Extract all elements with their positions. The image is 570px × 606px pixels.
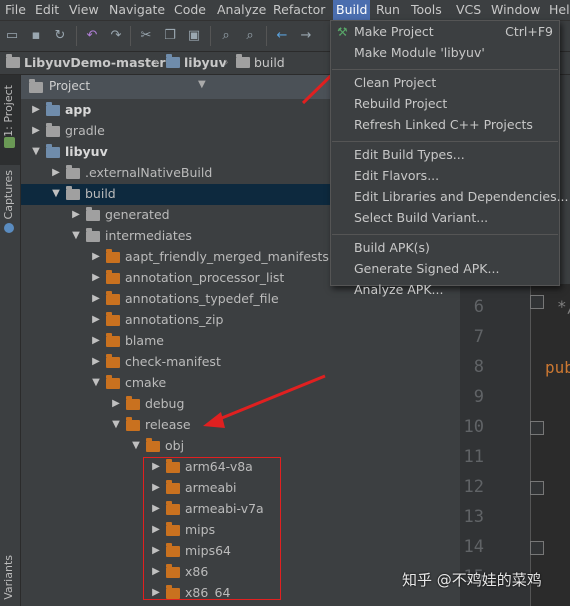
build-menu-item[interactable]: Edit Libraries and Dependencies... [354, 189, 569, 204]
line-number: 7 [473, 327, 484, 347]
build-menu-item[interactable]: Analyze APK... [354, 282, 443, 297]
build-menu-dropdown: ⚒ Make Project Ctrl+F9 Make Module 'libyuv… [330, 20, 569, 297]
build-menu-item[interactable]: Generate Signed APK... [354, 261, 499, 276]
line-number: 12 [463, 477, 484, 497]
fold-marker-icon[interactable] [530, 295, 544, 309]
build-menu-item[interactable]: Make Project [354, 24, 434, 39]
line-number: 6 [473, 297, 484, 317]
code-fragment-keyword: pub [545, 358, 570, 377]
menu-separator [332, 141, 558, 142]
build-menu-item[interactable]: Edit Build Types... [354, 147, 465, 162]
watermark-text: 知乎 @不鸡娃的菜鸡 [402, 571, 542, 589]
menu-separator [332, 234, 558, 235]
make-hammer-icon: ⚒ [337, 25, 348, 39]
line-number: 8 [473, 357, 484, 377]
build-menu-item[interactable]: Make Module 'libyuv' [354, 45, 485, 60]
fold-marker-icon[interactable] [530, 541, 544, 555]
build-menu-item[interactable]: Select Build Variant... [354, 210, 488, 225]
fold-marker-icon[interactable] [530, 421, 544, 435]
build-menu-item[interactable]: Clean Project [354, 75, 436, 90]
line-number: 11 [463, 447, 484, 467]
line-number: 10 [463, 417, 484, 437]
fold-marker-icon[interactable] [530, 481, 544, 495]
build-menu-item[interactable]: Edit Flavors... [354, 168, 439, 183]
line-number-gutter: 6 7 8 9 10 11 12 13 14 15 [460, 284, 544, 606]
build-menu-item[interactable]: Rebuild Project [354, 96, 447, 111]
line-number: 9 [473, 387, 484, 407]
menu-separator [332, 69, 558, 70]
build-menu-item[interactable]: Build APK(s) [354, 240, 430, 255]
menu-shortcut: Ctrl+F9 [505, 24, 553, 39]
line-number: 13 [463, 507, 484, 527]
build-menu-item[interactable]: Refresh Linked C++ Projects [354, 117, 533, 132]
annotation-arrow-release [211, 374, 326, 424]
code-editor[interactable]: 6789101112131415 */ pub [460, 284, 570, 606]
code-fragment-comment: */ [557, 297, 570, 316]
line-number: 14 [463, 537, 484, 557]
